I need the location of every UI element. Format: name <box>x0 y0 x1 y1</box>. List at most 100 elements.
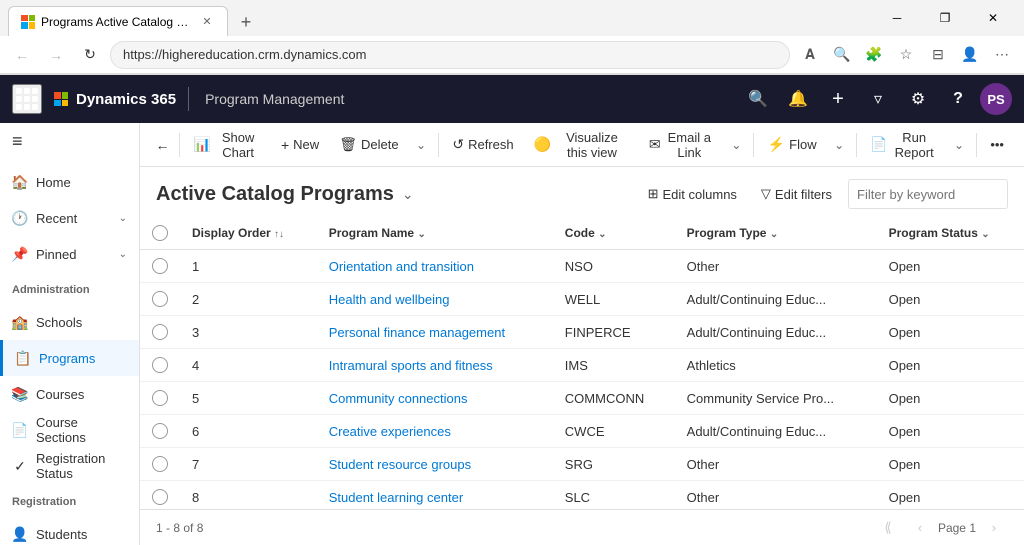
help-icon[interactable]: ? <box>940 81 976 117</box>
row-selector-4[interactable] <box>140 382 180 415</box>
program-link-7[interactable]: Student learning center <box>329 490 463 505</box>
first-page-button[interactable]: ⟪ <box>874 514 902 542</box>
row-name-6[interactable]: Student resource groups <box>317 448 553 481</box>
more-commands-button[interactable]: ••• <box>982 129 1012 161</box>
program-link-3[interactable]: Intramural sports and fitness <box>329 358 493 373</box>
prev-page-button[interactable]: ‹ <box>906 514 934 542</box>
program-link-6[interactable]: Student resource groups <box>329 457 471 472</box>
display-order-header[interactable]: Display Order ↑↓ <box>180 217 317 250</box>
select-all-header[interactable] <box>140 217 180 250</box>
row-selector-6[interactable] <box>140 448 180 481</box>
global-search-icon[interactable]: 🔍 <box>740 81 776 117</box>
row-name-5[interactable]: Creative experiences <box>317 415 553 448</box>
new-tab-button[interactable]: + <box>232 8 260 36</box>
help-bell-icon[interactable]: 🔔 <box>780 81 816 117</box>
flow-button[interactable]: ⚡ Flow <box>760 129 825 161</box>
program-link-5[interactable]: Creative experiences <box>329 424 451 439</box>
browser-extension-icon[interactable]: 🧩 <box>860 41 888 69</box>
row-selector-2[interactable] <box>140 316 180 349</box>
new-button[interactable]: + New <box>273 129 327 161</box>
close-button[interactable]: ✕ <box>970 2 1016 34</box>
collections-icon[interactable]: ⊟ <box>924 41 952 69</box>
row-checkbox-3[interactable] <box>152 357 168 373</box>
sidebar-item-registration-status[interactable]: ✓ Registration Status <box>0 448 139 484</box>
sidebar-item-schools[interactable]: 🏫 Schools <box>0 304 139 340</box>
code-header[interactable]: Code ⌄ <box>553 217 675 250</box>
edit-filters-button[interactable]: ▽ Edit filters <box>753 179 840 209</box>
add-new-icon[interactable]: + <box>820 81 856 117</box>
read-aloud-icon[interactable]: 𝐀 <box>796 41 824 69</box>
row-name-7[interactable]: Student learning center <box>317 481 553 510</box>
sidebar-item-pinned[interactable]: 📌 Pinned ⌄ <box>0 236 139 272</box>
row-order-1: 2 <box>180 283 317 316</box>
sidebar-item-students[interactable]: 👤 Students <box>0 516 139 545</box>
pinned-expand-icon: ⌄ <box>119 249 127 260</box>
search-page-icon[interactable]: 🔍 <box>828 41 856 69</box>
row-selector-7[interactable] <box>140 481 180 510</box>
email-dropdown-button[interactable]: ⌄ <box>726 129 747 161</box>
settings-more-icon[interactable]: ⋯ <box>988 41 1016 69</box>
email-link-button[interactable]: ✉ Email a Link <box>641 129 722 161</box>
row-name-1[interactable]: Health and wellbeing <box>317 283 553 316</box>
maximize-button[interactable]: ❐ <box>922 2 968 34</box>
program-link-4[interactable]: Community connections <box>329 391 468 406</box>
row-checkbox-7[interactable] <box>152 489 168 505</box>
next-page-button[interactable]: › <box>980 514 1008 542</box>
program-status-header[interactable]: Program Status ⌄ <box>877 217 1024 250</box>
report-dropdown-button[interactable]: ⌄ <box>949 129 970 161</box>
row-checkbox-0[interactable] <box>152 258 168 274</box>
filter-keyword-input[interactable] <box>848 179 1008 209</box>
minimize-button[interactable]: ─ <box>874 2 920 34</box>
url-bar[interactable]: https://highereducation.crm.dynamics.com <box>110 41 790 69</box>
row-checkbox-5[interactable] <box>152 423 168 439</box>
refresh-button[interactable]: ↺ Refresh <box>444 129 521 161</box>
row-name-0[interactable]: Orientation and transition <box>317 250 553 283</box>
run-report-button[interactable]: 📄 Run Report <box>862 129 944 161</box>
waffle-menu-button[interactable] <box>12 84 42 114</box>
row-name-4[interactable]: Community connections <box>317 382 553 415</box>
row-name-3[interactable]: Intramural sports and fitness <box>317 349 553 382</box>
forward-button[interactable]: → <box>42 41 70 69</box>
sidebar-item-course-sections[interactable]: 📄 Course Sections <box>0 412 139 448</box>
profile-icon[interactable]: 👤 <box>956 41 984 69</box>
active-tab[interactable]: Programs Active Catalog Progra... ✕ <box>8 6 228 36</box>
row-checkbox-1[interactable] <box>152 291 168 307</box>
sidebar-item-programs[interactable]: 📋 Programs <box>0 340 139 376</box>
flow-dropdown-button[interactable]: ⌄ <box>829 129 850 161</box>
row-checkbox-6[interactable] <box>152 456 168 472</box>
sidebar-item-recent[interactable]: 🕐 Recent ⌄ <box>0 200 139 236</box>
table-row: 6 Creative experiences CWCE Adult/Contin… <box>140 415 1024 448</box>
sidebar-item-courses[interactable]: 📚 Courses <box>0 376 139 412</box>
program-link-0[interactable]: Orientation and transition <box>329 259 474 274</box>
select-all-checkbox[interactable] <box>152 225 168 241</box>
sidebar-item-home[interactable]: 🏠 Home <box>0 164 139 200</box>
program-link-1[interactable]: Health and wellbeing <box>329 292 450 307</box>
row-selector-1[interactable] <box>140 283 180 316</box>
command-bar: ← 📊 Show Chart + New 🗑 Delete ⌄ ↺ Refres… <box>140 123 1024 167</box>
program-link-2[interactable]: Personal finance management <box>329 325 505 340</box>
browser-nav-icons: 𝐀 🔍 🧩 ☆ ⊟ 👤 ⋯ <box>796 41 1016 69</box>
row-checkbox-2[interactable] <box>152 324 168 340</box>
user-avatar[interactable]: PS <box>980 83 1012 115</box>
back-nav-button[interactable]: ← <box>152 131 173 159</box>
edit-columns-button[interactable]: ⊞ Edit columns <box>640 179 745 209</box>
row-name-2[interactable]: Personal finance management <box>317 316 553 349</box>
settings-icon[interactable]: ⚙ <box>900 81 936 117</box>
program-type-header[interactable]: Program Type ⌄ <box>675 217 877 250</box>
favorites-icon[interactable]: ☆ <box>892 41 920 69</box>
advanced-filter-icon[interactable]: ▿ <box>860 81 896 117</box>
row-selector-0[interactable] <box>140 250 180 283</box>
tab-close-icon[interactable]: ✕ <box>199 14 215 30</box>
sidebar-toggle-button[interactable]: ≡ <box>12 131 23 152</box>
refresh-button[interactable]: ↻ <box>76 41 104 69</box>
row-selector-5[interactable] <box>140 415 180 448</box>
view-title-dropdown-icon[interactable]: ⌄ <box>402 186 414 203</box>
delete-dropdown-button[interactable]: ⌄ <box>411 129 432 161</box>
show-chart-button[interactable]: 📊 Show Chart <box>186 129 269 161</box>
back-button[interactable]: ← <box>8 41 36 69</box>
row-selector-3[interactable] <box>140 349 180 382</box>
row-checkbox-4[interactable] <box>152 390 168 406</box>
program-name-header[interactable]: Program Name ⌄ <box>317 217 553 250</box>
delete-button[interactable]: 🗑 Delete <box>331 129 406 161</box>
visualize-button[interactable]: 🟡 Visualize this view <box>526 129 637 161</box>
